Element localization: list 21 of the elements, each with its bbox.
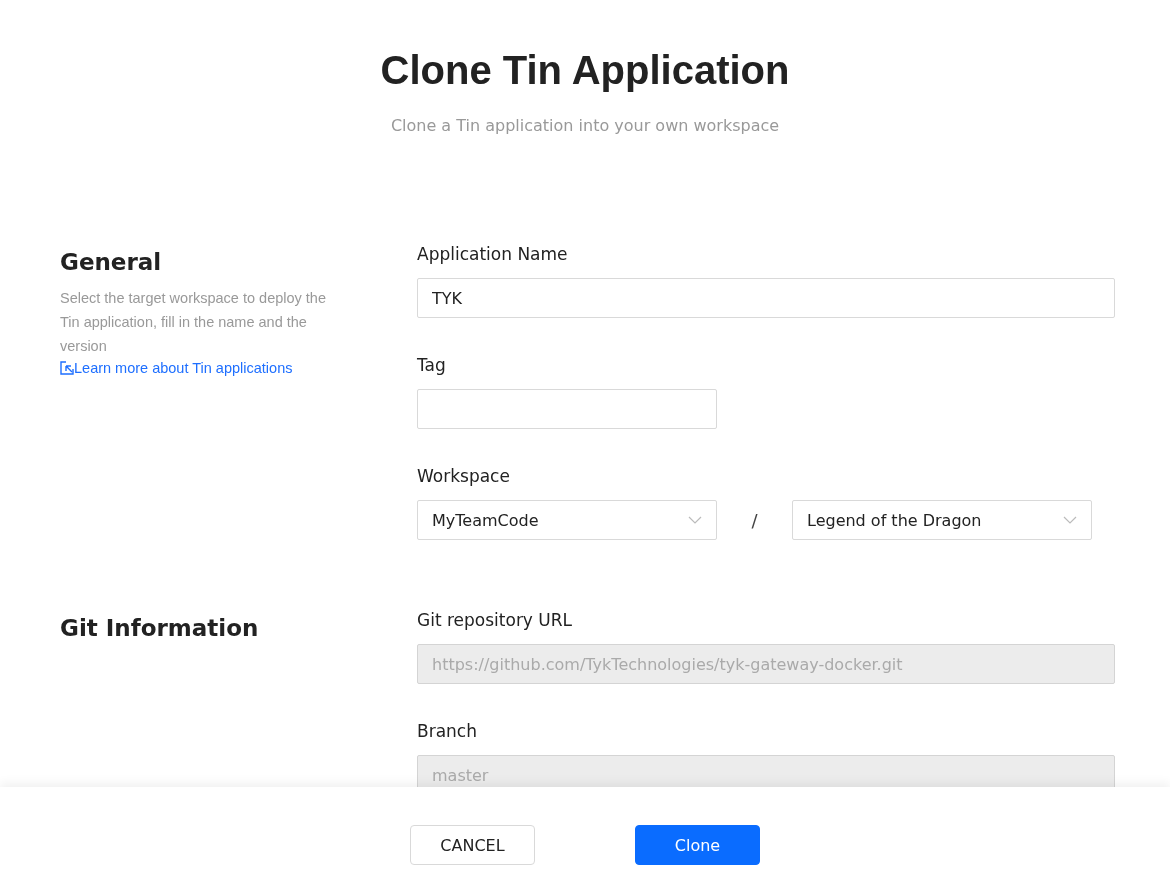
input-field[interactable] [417,389,717,429]
external-link-icon [60,361,74,375]
section-title: Git Information [60,614,260,643]
field-label: Application Name [417,243,569,266]
cancel-button[interactable]: CANCEL [410,825,535,865]
clone-button[interactable]: Clone [635,825,760,865]
field-label: Git repository URL [417,609,574,632]
dropdown[interactable]: MyTeamCode [417,500,717,540]
section-title: General [60,248,163,277]
field-label: Branch [417,720,478,743]
page-title: Clone Tin Application [380,47,790,94]
page-subtitle: Clone a Tin application into your own workspace [390,115,780,137]
chevron-down-icon [688,516,702,524]
dropdown[interactable]: Legend of the Dragon [792,500,1092,540]
path-separator: / [750,509,759,531]
field-label: Workspace [417,465,511,488]
field-label: Tag [417,354,447,377]
input-field[interactable]: TYK [417,278,1115,318]
section-description: Select the target workspace to deploy the Tin application, fill in the name and the version [60,289,327,356]
learn-more-link[interactable]: Learn more about Tin applications [60,358,293,378]
chevron-down-icon [1063,516,1077,524]
